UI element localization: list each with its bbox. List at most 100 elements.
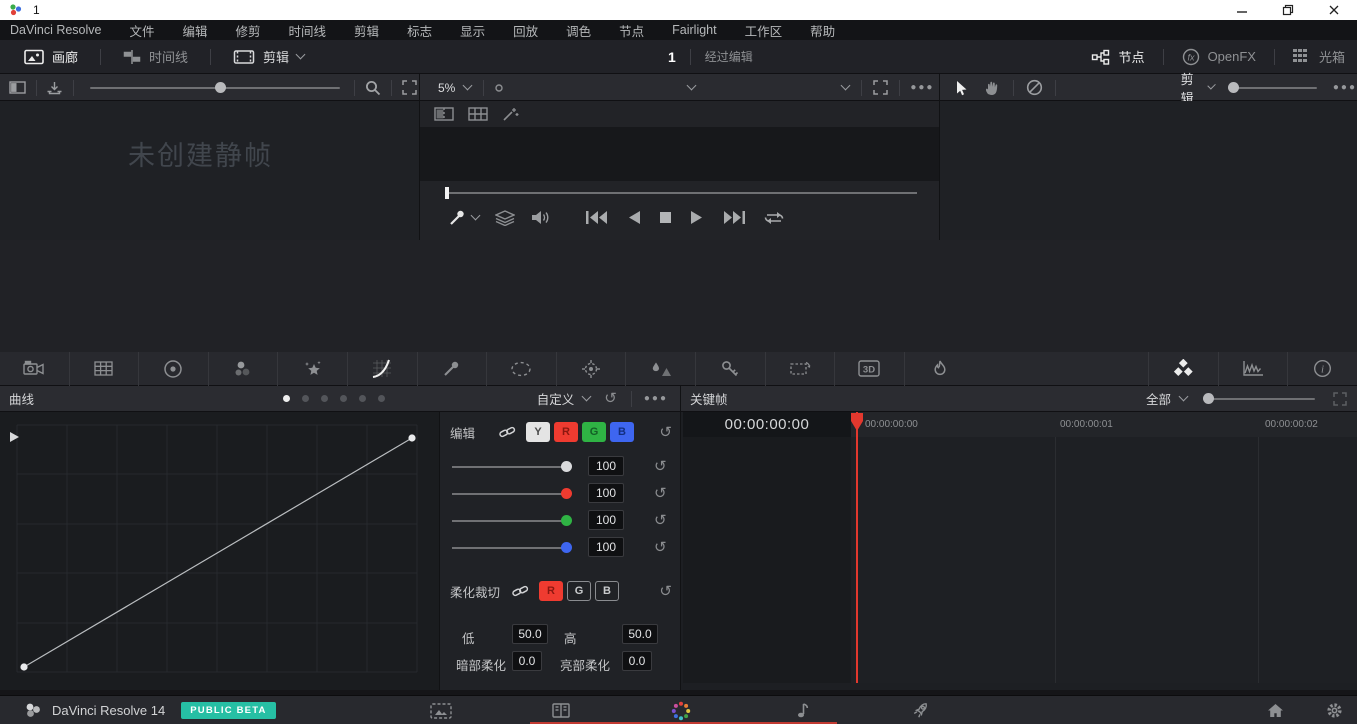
gallery-thumb-size-slider[interactable] <box>90 87 340 89</box>
softclip-g-button[interactable]: G <box>567 581 591 601</box>
stop-icon[interactable] <box>659 211 672 224</box>
scopes-tab[interactable] <box>1218 352 1288 386</box>
picker-icon[interactable] <box>448 209 466 226</box>
slider-knob[interactable] <box>1203 393 1214 404</box>
menu-dots-icon[interactable]: ●●● <box>910 82 934 93</box>
3d-tab[interactable]: 3D <box>835 352 905 386</box>
menu-color[interactable]: 调色 <box>552 21 605 40</box>
page-tab-deliver[interactable] <box>861 696 981 724</box>
keyframe-ruler[interactable]: 00:00:00:00 00:00:00:01 00:00:00:02 <box>851 412 1357 437</box>
panel-toggle-icon[interactable] <box>9 81 26 94</box>
sizing-tab[interactable] <box>766 352 836 386</box>
clips-toggle-button[interactable]: 剪辑 <box>233 47 304 66</box>
link-icon[interactable] <box>499 425 516 439</box>
chevron-down-icon[interactable] <box>471 211 481 221</box>
stills-tab[interactable] <box>1148 352 1218 386</box>
softclip-r-button[interactable]: R <box>539 581 563 601</box>
softclip-b-button[interactable]: B <box>595 581 619 601</box>
reset-palette-icon[interactable]: ↺ <box>604 391 617 406</box>
slider-knob[interactable] <box>215 82 226 93</box>
expand-icon[interactable] <box>402 80 417 95</box>
channel-b-button[interactable]: B <box>610 422 634 442</box>
viewer-video-area[interactable] <box>420 127 939 181</box>
audio-icon[interactable] <box>531 209 551 226</box>
cursor-icon[interactable] <box>954 80 968 96</box>
menu-fairlight[interactable]: Fairlight <box>658 23 730 37</box>
reset-blue-icon[interactable]: ↺ <box>654 540 667 555</box>
hand-icon[interactable] <box>984 80 999 96</box>
menu-mark[interactable]: 标志 <box>393 21 446 40</box>
bypass-dot-icon[interactable] <box>495 84 503 92</box>
viewer-zoom-select[interactable]: 5% <box>438 81 471 95</box>
curves-page-dots[interactable] <box>283 395 385 402</box>
slider-knob[interactable] <box>1228 82 1239 93</box>
page-tab-color[interactable] <box>621 696 741 724</box>
keyer-tab[interactable] <box>696 352 766 386</box>
keyframe-playhead-marker[interactable] <box>850 412 864 432</box>
green-gain-value[interactable]: 100 <box>588 510 624 530</box>
loop-icon[interactable] <box>762 210 786 226</box>
expand-icon[interactable] <box>873 80 888 95</box>
color-wheels-tab[interactable] <box>139 352 209 386</box>
settings-icon[interactable] <box>1326 702 1343 719</box>
split-screen-icon[interactable] <box>434 107 454 121</box>
menu-help[interactable]: 帮助 <box>796 21 849 40</box>
node-zoom-slider[interactable] <box>1228 87 1317 89</box>
gallery-toggle-button[interactable]: 画廊 <box>24 47 78 66</box>
keyframe-filter-select[interactable]: 全部 <box>1146 389 1187 408</box>
power-window-tab[interactable] <box>487 352 557 386</box>
skip-start-icon[interactable] <box>585 210 609 225</box>
chevron-down-icon[interactable] <box>841 81 851 91</box>
page-tab-edit[interactable] <box>501 696 621 724</box>
luma-gain-value[interactable]: 100 <box>588 456 624 476</box>
low-value[interactable]: 50.0 <box>512 624 548 644</box>
menu-clip[interactable]: 剪辑 <box>340 21 393 40</box>
reset-red-icon[interactable]: ↺ <box>654 486 667 501</box>
grab-still-icon[interactable] <box>46 81 63 95</box>
menu-edit[interactable]: 编辑 <box>169 21 222 40</box>
reset-edit-icon[interactable]: ↺ <box>659 425 672 440</box>
motion-effects-tab[interactable] <box>905 352 975 386</box>
curve-point-low[interactable] <box>20 663 27 670</box>
effects-tab[interactable] <box>278 352 348 386</box>
enhance-icon[interactable] <box>502 106 520 122</box>
openfx-panel-button[interactable]: fx OpenFX <box>1182 48 1256 66</box>
red-gain-value[interactable]: 100 <box>588 483 624 503</box>
menu-playback[interactable]: 回放 <box>499 21 552 40</box>
home-icon[interactable] <box>1267 703 1284 718</box>
channel-g-button[interactable]: G <box>582 422 606 442</box>
restore-button[interactable] <box>1265 0 1311 20</box>
viewer-scrubber[interactable] <box>447 192 917 194</box>
menu-app[interactable]: DaVinci Resolve <box>0 23 115 37</box>
play-icon[interactable] <box>690 210 704 225</box>
step-back-icon[interactable] <box>627 210 641 225</box>
menu-dots-icon[interactable]: ●●● <box>644 393 668 404</box>
menu-timeline[interactable]: 时间线 <box>275 21 341 40</box>
layers-icon[interactable] <box>495 210 515 226</box>
shadow-soft-value[interactable]: 0.0 <box>512 651 542 671</box>
curves-preset-select[interactable]: 自定义 <box>537 389 591 408</box>
keyframe-zoom-slider[interactable] <box>1203 398 1315 400</box>
skip-end-icon[interactable] <box>722 210 746 225</box>
curves-tab[interactable] <box>348 352 418 386</box>
curve-graph[interactable] <box>0 412 440 690</box>
magnifier-icon[interactable] <box>365 80 381 96</box>
link-icon[interactable] <box>512 584 529 598</box>
menu-view[interactable]: 显示 <box>446 21 499 40</box>
close-button[interactable] <box>1311 0 1357 20</box>
timeline-toggle-button[interactable]: 时间线 <box>123 47 188 66</box>
grid-view-icon[interactable] <box>468 107 488 121</box>
qualifier-tab[interactable] <box>418 352 488 386</box>
expand-icon[interactable] <box>1333 392 1347 406</box>
channel-r-button[interactable]: R <box>554 422 578 442</box>
disable-icon[interactable] <box>1026 79 1043 96</box>
blue-gain-value[interactable]: 100 <box>588 537 624 557</box>
chevron-down-icon[interactable] <box>687 81 697 91</box>
curve-edge-marker[interactable] <box>10 432 19 442</box>
high-value[interactable]: 50.0 <box>622 624 658 644</box>
minimize-button[interactable] <box>1219 0 1265 20</box>
reset-green-icon[interactable]: ↺ <box>654 513 667 528</box>
camera-raw-tab[interactable] <box>0 352 70 386</box>
menu-trim[interactable]: 修剪 <box>222 21 275 40</box>
nodes-panel-button[interactable]: 节点 <box>1091 47 1145 66</box>
